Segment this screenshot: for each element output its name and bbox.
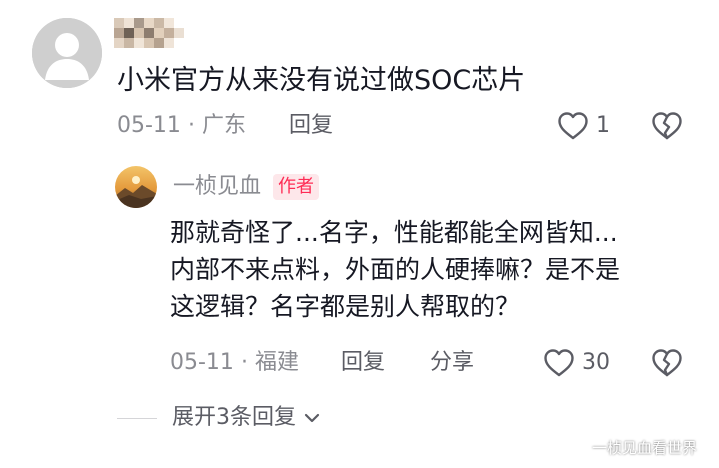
reply-text-line: 那就奇怪了...名字，性能都能全网皆知... [170,218,618,247]
reply-reply-button[interactable]: 回复 [341,348,385,378]
reply-text-line: 内部不来点料，外面的人硬捧嘛？是不是 [170,255,621,284]
reply-date: 05-11 [170,350,234,375]
comment-date: 05-11 [117,113,181,138]
comment-meta: 05-11 · 广东 [117,111,246,141]
chevron-down-icon [304,413,320,423]
author-name[interactable]: 一桢见血 [173,173,261,201]
reply-dislike-button[interactable] [651,348,683,378]
comment-text: 小米官方从来没有说过做SOC芯片 [117,65,526,96]
meta-separator: · [187,113,195,138]
comment-reply-button[interactable]: 回复 [289,111,333,141]
comment-like-count: 1 [596,113,610,138]
reply-share-button[interactable]: 分享 [430,348,474,378]
commenter-avatar[interactable] [32,18,102,88]
author-avatar[interactable] [115,166,157,208]
expand-divider [117,418,157,419]
heart-outline-icon [544,349,574,377]
author-avatar-image [115,166,157,208]
comment-location: 广东 [201,113,246,138]
comment-dislike-button[interactable] [651,111,683,141]
reply-text: 那就奇怪了...名字，性能都能全网皆知... 内部不来点料，外面的人硬捧嘛？是不… [170,214,710,325]
broken-heart-icon [652,349,682,377]
expand-replies-label: 展开3条回复 [172,405,296,430]
default-user-icon [32,18,102,88]
heart-outline-icon [558,112,588,140]
comment-like-button[interactable] [557,111,589,141]
reply-like-count: 30 [582,350,610,375]
commenter-name-mosaic[interactable] [112,16,186,50]
meta-separator: · [240,350,248,375]
reply-location: 福建 [254,350,299,375]
expand-replies-button[interactable]: 展开3条回复 [172,403,321,433]
broken-heart-icon [652,112,682,140]
reply-meta: 05-11 · 福建 [170,348,299,378]
watermark: 一桢见血看世界 [592,439,698,457]
reply-like-button[interactable] [543,348,575,378]
reply-text-line: 这逻辑？名字都是别人帮取的？ [170,292,521,321]
author-badge: 作者 [273,174,319,200]
